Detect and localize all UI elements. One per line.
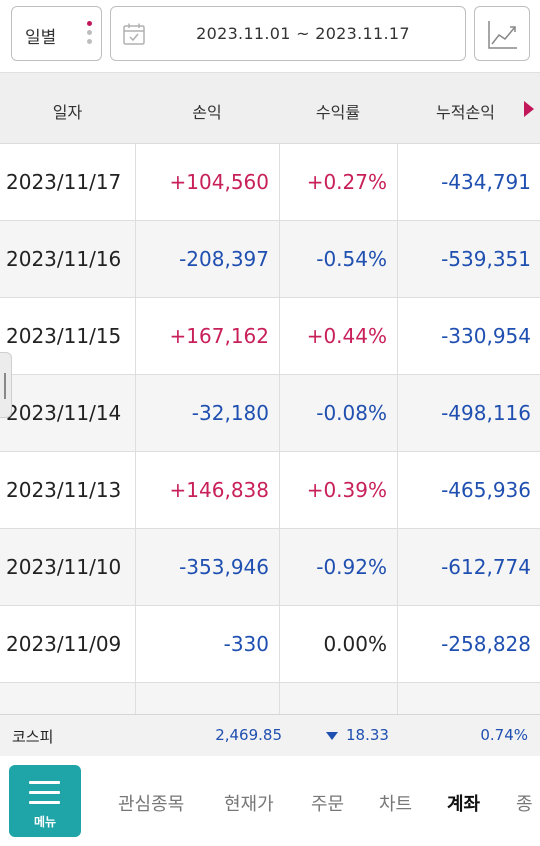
row-cumulative-pl: -612,774 bbox=[397, 529, 540, 606]
table-row[interactable]: 2023/11/14 -32,180 -0.08% -498,116 bbox=[0, 375, 540, 452]
row-date: 2023/11/14 bbox=[6, 401, 122, 425]
hamburger-icon bbox=[29, 781, 60, 784]
period-select[interactable]: 일별 bbox=[11, 6, 102, 61]
row-date: 2023/11/15 bbox=[6, 324, 122, 348]
row-return-rate: -0.08% bbox=[279, 375, 397, 452]
toolbar: 일별 2023.11.01 ~ 2023.11.17 bbox=[0, 0, 540, 72]
menu-label: 메뉴 bbox=[33, 815, 57, 829]
row-cumulative-pl: -434,791 bbox=[397, 144, 540, 221]
nav-current-price[interactable]: 현재가 bbox=[224, 790, 274, 816]
chart-view-button[interactable] bbox=[474, 6, 530, 61]
header-date[interactable]: 일자 bbox=[0, 99, 135, 123]
row-cumulative-pl: -465,936 bbox=[397, 452, 540, 529]
side-drawer-handle[interactable] bbox=[0, 352, 12, 418]
header-cumulative-pl[interactable]: 누적손익 bbox=[397, 99, 540, 123]
row-profit-loss: -330 bbox=[135, 606, 279, 683]
row-return-rate-partial bbox=[279, 683, 397, 714]
table-row[interactable]: 2023/11/16 -208,397 -0.54% -539,351 bbox=[0, 221, 540, 298]
row-cumulative-pl: -258,828 bbox=[397, 606, 540, 683]
down-triangle-icon bbox=[326, 732, 338, 740]
row-return-rate: -0.54% bbox=[279, 221, 397, 298]
row-return-rate: +0.39% bbox=[279, 452, 397, 529]
row-profit-loss: -208,397 bbox=[135, 221, 279, 298]
table-header: 일자 손익 수익률 누적손익 bbox=[0, 72, 540, 144]
row-date: 2023/11/09 bbox=[6, 632, 122, 656]
date-range-picker[interactable]: 2023.11.01 ~ 2023.11.17 bbox=[110, 6, 466, 61]
menu-button[interactable]: 메뉴 bbox=[9, 765, 81, 837]
scroll-right-arrow-icon[interactable] bbox=[524, 101, 534, 117]
row-return-rate: +0.27% bbox=[279, 144, 397, 221]
table-row[interactable]: 2023/11/10 -353,946 -0.92% -612,774 bbox=[0, 529, 540, 606]
table-body[interactable]: 2023/11/17 +104,560 +0.27% -434,791 2023… bbox=[0, 144, 540, 714]
nav-account[interactable]: 계좌 bbox=[447, 790, 480, 816]
row-date: 2023/11/13 bbox=[6, 478, 122, 502]
period-select-label: 일별 bbox=[25, 28, 57, 48]
nav-more-partial[interactable]: 종 bbox=[516, 790, 533, 816]
row-cumulative-pl: -498,116 bbox=[397, 375, 540, 452]
row-profit-loss: +167,162 bbox=[135, 298, 279, 375]
row-date-partial bbox=[6, 683, 134, 714]
nav-watchlist[interactable]: 관심종목 bbox=[118, 790, 184, 816]
table-row[interactable]: 2023/11/13 +146,838 +0.39% -465,936 bbox=[0, 452, 540, 529]
row-profit-loss-partial bbox=[135, 683, 279, 714]
row-return-rate: -0.92% bbox=[279, 529, 397, 606]
row-date: 2023/11/16 bbox=[6, 247, 122, 271]
table-row[interactable]: 2023/11/17 +104,560 +0.27% -434,791 bbox=[0, 144, 540, 221]
hamburger-icon-line bbox=[29, 801, 60, 804]
row-cumulative-pl: -539,351 bbox=[397, 221, 540, 298]
header-profit-loss[interactable]: 손익 bbox=[135, 99, 279, 123]
table-row[interactable]: 2023/11/09 -330 0.00% -258,828 bbox=[0, 606, 540, 683]
index-change-percent: 0.74% bbox=[480, 726, 528, 744]
nav-order[interactable]: 주문 bbox=[311, 790, 344, 816]
nav-chart[interactable]: 차트 bbox=[379, 790, 412, 816]
header-return-rate[interactable]: 수익률 bbox=[279, 99, 397, 123]
kebab-dots-icon bbox=[87, 21, 93, 49]
hamburger-icon-line bbox=[29, 791, 60, 794]
row-return-rate: +0.44% bbox=[279, 298, 397, 375]
index-ticker-bar[interactable]: 코스피 2,469.85 18.33 0.74% bbox=[0, 714, 540, 756]
index-change: 18.33 bbox=[346, 726, 389, 744]
table-row[interactable]: 2023/11/15 +167,162 +0.44% -330,954 bbox=[0, 298, 540, 375]
row-cumulative-pl-partial bbox=[397, 683, 540, 714]
row-profit-loss: -32,180 bbox=[135, 375, 279, 452]
row-date: 2023/11/10 bbox=[6, 555, 122, 579]
date-range-text: 2023.11.01 ~ 2023.11.17 bbox=[196, 24, 410, 43]
row-date: 2023/11/17 bbox=[6, 170, 122, 194]
index-name: 코스피 bbox=[12, 728, 54, 746]
row-return-rate: 0.00% bbox=[279, 606, 397, 683]
table-row[interactable] bbox=[0, 683, 540, 714]
index-value: 2,469.85 bbox=[215, 726, 282, 744]
row-cumulative-pl: -330,954 bbox=[397, 298, 540, 375]
row-profit-loss: -353,946 bbox=[135, 529, 279, 606]
row-profit-loss: +146,838 bbox=[135, 452, 279, 529]
bottom-navigation: 메뉴 관심종목 현재가 주문 차트 계좌 종 bbox=[0, 756, 540, 846]
line-chart-icon bbox=[488, 21, 517, 49]
row-profit-loss: +104,560 bbox=[135, 144, 279, 221]
